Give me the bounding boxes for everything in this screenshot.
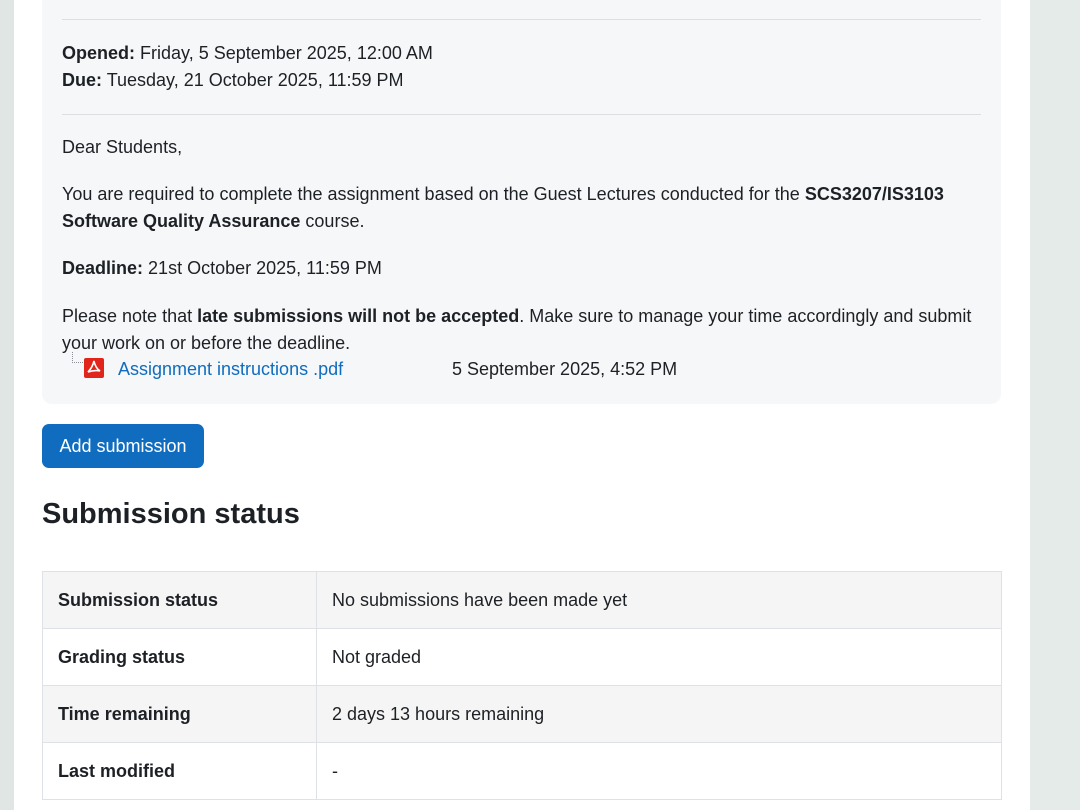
late-policy-text: Please note that late submissions will n…	[62, 303, 977, 357]
assignment-description: You are required to complete the assignm…	[62, 181, 962, 235]
attachment-date: 5 September 2025, 4:52 PM	[452, 359, 678, 379]
assignment-instructions-link[interactable]: Assignment instructions .pdf	[118, 356, 343, 383]
right-strip	[1030, 0, 1080, 810]
late-prefix: Please note that	[62, 306, 198, 326]
divider	[62, 19, 981, 20]
row-label: Grading status	[42, 628, 317, 686]
left-gutter	[0, 0, 14, 810]
row-label: Submission status	[42, 571, 317, 629]
table-row: Submission status No submissions have be…	[42, 571, 1002, 629]
deadline-value: 21st October 2025, 11:59 PM	[148, 258, 382, 278]
description-prefix: You are required to complete the assignm…	[62, 184, 805, 204]
row-value: 2 days 13 hours remaining	[316, 685, 1002, 743]
due-label: Due:	[62, 70, 102, 90]
deadline-label: Deadline:	[62, 258, 144, 278]
table-row: Last modified -	[42, 742, 1002, 800]
submission-status-table: Submission status No submissions have be…	[42, 571, 1002, 800]
deadline-text: Deadline: 21st October 2025, 11:59 PM	[62, 255, 382, 282]
assignment-intro-box: Opened: Friday, 5 September 2025, 12:00 …	[42, 0, 1001, 404]
due-value: Tuesday, 21 October 2025, 11:59 PM	[106, 70, 404, 90]
greeting-text: Dear Students,	[62, 137, 183, 157]
row-label: Time remaining	[42, 685, 317, 743]
late-warning: late submissions will not be accepted	[197, 306, 520, 326]
add-submission-button[interactable]: Add submission	[42, 424, 204, 468]
table-row: Grading status Not graded	[42, 628, 1002, 686]
opened-value: Friday, 5 September 2025, 12:00 AM	[140, 43, 433, 63]
divider	[62, 114, 981, 115]
row-value: Not graded	[316, 628, 1002, 686]
description-suffix: course.	[300, 211, 365, 231]
row-value: No submissions have been made yet	[316, 571, 1002, 629]
opened-label: Opened:	[62, 43, 136, 63]
opened-date: Opened: Friday, 5 September 2025, 12:00 …	[62, 40, 433, 67]
row-value: -	[316, 742, 1002, 800]
row-label: Last modified	[42, 742, 317, 800]
submission-status-heading: Submission status	[42, 498, 300, 530]
due-date: Due: Tuesday, 21 October 2025, 11:59 PM	[62, 67, 404, 94]
pdf-icon	[84, 358, 104, 378]
assignment-page: Opened: Friday, 5 September 2025, 12:00 …	[14, 0, 1030, 810]
table-row: Time remaining 2 days 13 hours remaining	[42, 685, 1002, 743]
attachment-row: Assignment instructions .pdf 5 September…	[68, 352, 948, 385]
